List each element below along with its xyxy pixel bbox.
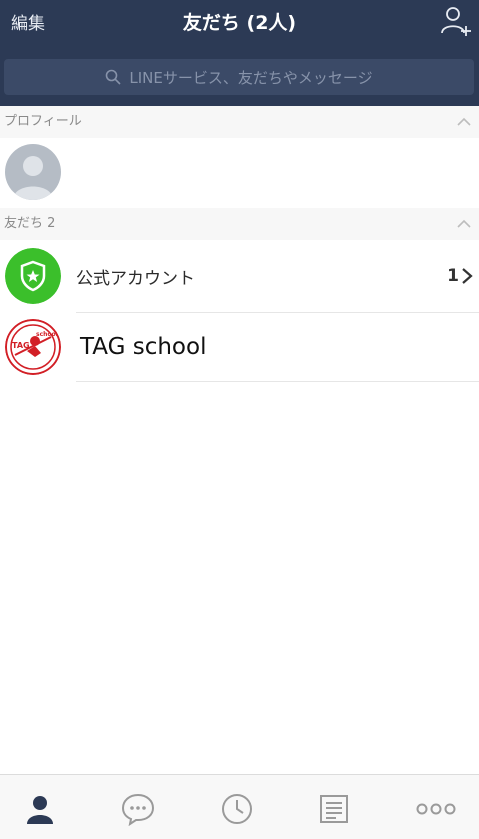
page-title: 友だち (2人) [182,12,297,34]
friend-name: 公式アカウント [76,268,195,289]
add-friend-icon[interactable] [439,4,473,38]
friend-count: 1 [447,266,459,286]
profile-section-header[interactable]: プロフィール [0,106,479,138]
my-profile-row[interactable] [0,138,479,206]
news-icon [320,795,348,823]
clock-icon [222,794,252,824]
person-icon [27,796,53,824]
svg-text:school: school [36,331,58,338]
profile-section-label: プロフィール [4,114,82,129]
tab-news[interactable] [314,789,354,829]
tab-chats[interactable] [118,789,158,829]
chat-bubble-icon [121,793,155,826]
svg-text:TAG: TAG [12,341,30,350]
list-item-official-accounts[interactable]: 公式アカウント 1 [0,242,479,310]
chevron-up-icon [457,219,471,228]
friends-screen: 編集 友だち (2人) LINEサービス、友だちやメッセージ プロフィール 友だ… [0,0,479,839]
friends-section-header[interactable]: 友だち 2 [0,208,479,240]
friends-section-label: 友だち 2 [4,216,56,231]
tab-more[interactable] [414,789,458,829]
tab-timeline[interactable] [217,789,257,829]
search-input[interactable]: LINEサービス、友だちやメッセージ [4,59,474,95]
search-placeholder: LINEサービス、友だちやメッセージ [129,68,373,87]
search-icon [106,69,121,85]
tab-friends[interactable] [20,789,60,829]
list-item-tag-school[interactable]: TAG school TAG school [0,313,479,381]
chevron-up-icon [457,117,471,126]
bottom-tab-bar [0,774,479,839]
more-dots-icon [416,803,456,815]
official-account-icon [5,248,61,304]
chevron-right-icon [462,268,473,284]
my-avatar [5,144,61,200]
header-bar: 編集 友だち (2人) LINEサービス、友だちやメッセージ [0,0,479,106]
friend-name: TAG school [80,334,207,360]
row-divider [76,381,479,382]
tag-school-logo: TAG school [5,319,61,375]
